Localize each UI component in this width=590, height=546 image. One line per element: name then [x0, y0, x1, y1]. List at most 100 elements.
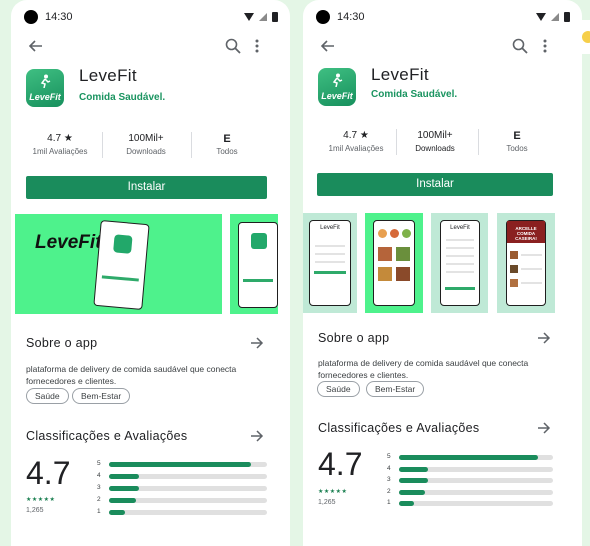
downloads-label: Downloads	[126, 147, 166, 156]
rating-bar-fill	[109, 462, 252, 467]
rating-bar-fill	[399, 466, 429, 472]
arrow-right-icon[interactable]	[537, 332, 551, 344]
rating-bar-star-label: 1	[97, 508, 101, 515]
back-arrow-icon[interactable]	[319, 37, 337, 55]
battery-icon	[272, 12, 278, 22]
signal-icon	[259, 13, 267, 21]
tag-chip[interactable]: Bem-Estar	[72, 388, 131, 404]
screenshot-carousel[interactable]: LeveFit	[11, 214, 290, 314]
rating-bar-fill	[399, 501, 415, 506]
search-icon[interactable]	[511, 37, 529, 55]
rating-bar-row: 1	[387, 499, 553, 507]
mockup-title: LeveFit	[320, 225, 340, 231]
stat-content-rating: E Todos	[203, 133, 251, 156]
rating-bar-track	[399, 501, 553, 506]
ratings-count: 1,265	[318, 499, 336, 506]
arrow-right-icon[interactable]	[537, 422, 551, 434]
status-bar: 14:30	[316, 10, 570, 24]
phone-mockup: ARCELLE COMIDA CASEIRA!	[506, 220, 546, 306]
app-icon-label: LeveFit	[29, 92, 61, 102]
screenshot-login[interactable]: LeveFit	[303, 213, 357, 313]
phone-mockup	[238, 222, 278, 308]
rating-value: 4.7 ★	[47, 133, 73, 144]
install-button[interactable]: Instalar	[26, 176, 267, 199]
back-arrow-icon[interactable]	[27, 37, 45, 55]
app-developer[interactable]: Comida Saudável.	[79, 92, 165, 103]
more-vert-icon[interactable]	[539, 37, 551, 55]
tag-chip[interactable]: Saúde	[26, 388, 69, 404]
screenshot-carousel[interactable]: LeveFit LeveFit ARCELLE COMIDA CASEIRA!	[303, 213, 582, 313]
rating-bar-track	[109, 462, 267, 467]
rating-bar-row: 5	[387, 453, 553, 461]
about-title: Sobre o app	[318, 331, 390, 345]
rating-bar-row: 4	[387, 465, 553, 473]
rating-bar-row: 1	[97, 508, 267, 516]
mockup-title: LeveFit	[450, 225, 470, 231]
divider	[191, 132, 192, 158]
promo-screenshot[interactable]: LeveFit	[15, 214, 222, 314]
app-icon: LeveFit	[26, 69, 64, 107]
stat-downloads: 100Mil+ Downloads	[400, 130, 470, 153]
screenshot-restaurant[interactable]: ARCELLE COMIDA CASEIRA!	[497, 213, 555, 313]
arrow-right-icon[interactable]	[250, 430, 264, 442]
ratings-stars: ★★★★★	[26, 497, 56, 503]
screenshot-signup[interactable]: LeveFit	[431, 213, 488, 313]
rating-bar-fill	[399, 478, 429, 483]
screenshot-2[interactable]	[230, 214, 278, 314]
rating-bar-star-label: 3	[97, 484, 101, 491]
rating-label: 1mil Avaliações	[328, 144, 384, 153]
yellow-dot-icon	[582, 31, 590, 43]
rating-bar-star-label: 2	[387, 487, 391, 495]
phone-screen-2: 14:30 LeveFit LeveFit Comida Saudável. 4…	[303, 0, 582, 546]
stat-content-rating: E Todos	[493, 130, 541, 153]
ratings-stars: ★★★★★	[318, 489, 348, 495]
rating-bar-track	[109, 510, 267, 515]
rating-bar-track	[109, 474, 267, 479]
ratings-title: Classificações e Avaliações	[318, 421, 480, 435]
more-vert-icon[interactable]	[251, 37, 263, 55]
rating-bar-track	[399, 489, 553, 495]
ratings-title: Classificações e Avaliações	[26, 429, 188, 443]
rating-label: 1mil Avaliações	[32, 147, 88, 156]
rating-bar-star-label: 5	[97, 460, 101, 467]
search-icon[interactable]	[224, 37, 242, 55]
restaurant-banner: ARCELLE COMIDA CASEIRA!	[507, 221, 545, 243]
status-bar: 14:30	[24, 10, 278, 24]
content-rating-icon: E	[223, 133, 231, 145]
camera-icon	[316, 10, 330, 24]
screenshot-menu[interactable]	[365, 213, 423, 313]
rating-bar-row: 3	[97, 484, 267, 492]
content-rating-icon: E	[513, 130, 521, 142]
status-time: 14:30	[45, 11, 73, 23]
arrow-right-icon[interactable]	[250, 337, 264, 349]
ratings-score: 4.7	[26, 455, 71, 491]
rating-bar-track	[399, 466, 553, 472]
signal-icon	[551, 13, 559, 21]
app-icon: LeveFit	[318, 68, 356, 106]
rating-value: 4.7 ★	[343, 130, 369, 141]
about-title: Sobre o app	[26, 336, 98, 350]
about-description: plataforma de delivery de comida saudáve…	[26, 364, 237, 386]
next-screen-preview	[570, 20, 590, 54]
downloads-value: 100Mil+	[417, 130, 453, 141]
rating-bar-row: 4	[97, 472, 267, 480]
rating-bar-track	[399, 455, 553, 460]
phone-mockup	[373, 220, 415, 306]
install-button[interactable]: Instalar	[317, 173, 553, 196]
stat-rating: 4.7 ★ 1mil Avaliações	[325, 130, 387, 153]
rating-bar-star-label: 3	[387, 476, 391, 483]
downloads-value: 100Mil+	[128, 133, 164, 144]
app-name: LeveFit	[371, 65, 429, 84]
rating-bar-fill	[399, 455, 538, 460]
rating-bar-row: 2	[387, 487, 553, 496]
content-rating-label: Todos	[506, 144, 528, 153]
rating-bar-fill	[109, 510, 125, 515]
downloads-label: Downloads	[415, 144, 455, 153]
tag-chip[interactable]: Bem-Estar	[366, 381, 425, 397]
app-developer[interactable]: Comida Saudável.	[371, 89, 457, 100]
app-icon-label: LeveFit	[321, 91, 353, 101]
divider	[396, 129, 397, 155]
tag-chip[interactable]: Saúde	[317, 381, 360, 397]
status-time: 14:30	[337, 11, 365, 23]
app-name: LeveFit	[79, 66, 137, 85]
